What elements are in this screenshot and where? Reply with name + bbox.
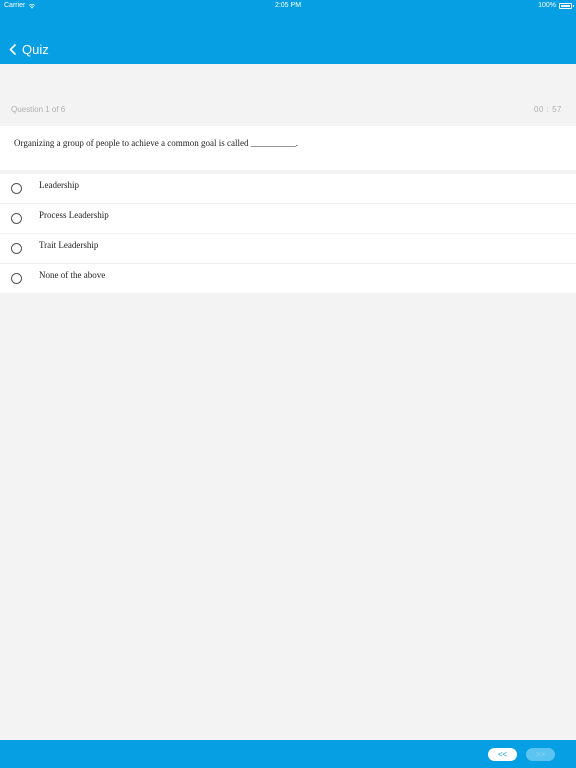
top-bar: Carrier 2:05 PM 100% Quiz	[0, 0, 576, 64]
chevron-left-icon	[9, 44, 16, 55]
answer-option-label: Trait Leadership	[39, 240, 99, 250]
question-counter: Question 1 of 6	[11, 105, 66, 114]
answer-option-3[interactable]: Trait Leadership	[0, 234, 576, 264]
bottom-toolbar: << >>	[0, 740, 576, 768]
status-time: 2:05 PM	[274, 2, 302, 9]
answer-option-label: Process Leadership	[39, 210, 109, 220]
battery-full-icon	[559, 3, 574, 9]
answer-options: Leadership Process Leadership Trait Lead…	[0, 174, 576, 293]
battery-info: 100%	[538, 0, 574, 12]
next-question-button[interactable]: >>	[526, 748, 555, 761]
radio-button[interactable]	[11, 213, 22, 224]
page-title: Quiz	[22, 41, 49, 57]
answer-option-2[interactable]: Process Leadership	[0, 204, 576, 234]
radio-button[interactable]	[11, 243, 22, 254]
quiz-meta-row: Question 1 of 6 00 : 57	[0, 100, 576, 118]
previous-question-button[interactable]: <<	[488, 748, 517, 761]
answer-option-1[interactable]: Leadership	[0, 174, 576, 204]
status-bar: Carrier 2:05 PM 100%	[0, 0, 576, 12]
question-card: Organizing a group of people to achieve …	[0, 126, 576, 170]
navigation-bar: Quiz	[0, 38, 49, 64]
radio-button[interactable]	[11, 273, 22, 284]
battery-percent: 100%	[538, 2, 556, 9]
radio-button[interactable]	[11, 183, 22, 194]
answer-option-label: Leadership	[39, 180, 79, 190]
answer-option-label: None of the above	[39, 270, 106, 280]
back-button[interactable]: Quiz	[0, 38, 49, 64]
answer-option-4[interactable]: None of the above	[0, 264, 576, 293]
question-text: Organizing a group of people to achieve …	[14, 138, 299, 148]
quiz-timer: 00 : 57	[534, 105, 562, 114]
